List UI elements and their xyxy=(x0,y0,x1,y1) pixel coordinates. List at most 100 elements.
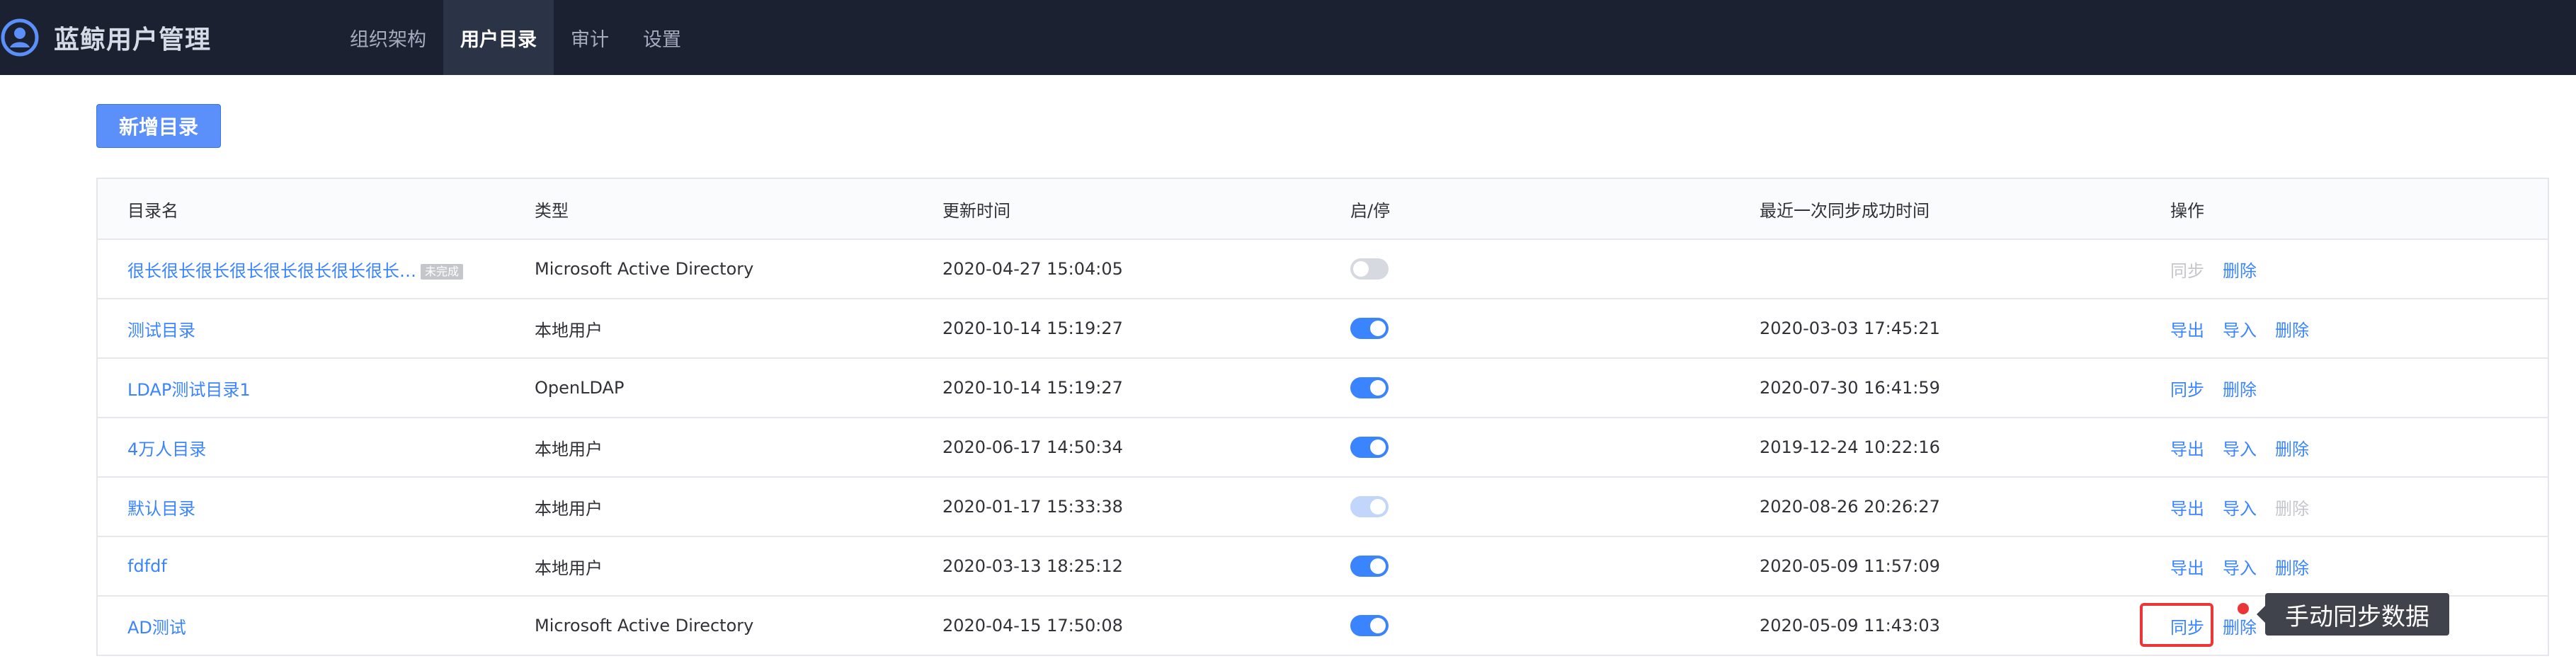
updated-time-cell: 2020-03-13 18:25:12 xyxy=(942,556,1123,576)
sync-action[interactable]: 同步 xyxy=(2170,376,2204,401)
delete-action[interactable]: 删除 xyxy=(2223,614,2257,638)
nav-tab-4[interactable]: 设置 xyxy=(626,0,698,75)
delete-action[interactable]: 删除 xyxy=(2223,257,2257,282)
directory-type-cell: Microsoft Active Directory xyxy=(535,616,754,636)
toggle-knob xyxy=(1353,261,1369,277)
enable-toggle[interactable] xyxy=(1350,615,1389,636)
toggle-knob xyxy=(1370,321,1386,336)
enabled-cell xyxy=(1321,556,1730,577)
table-row: 很长很长很长很长很长很长很长很长… 未完成 Microsoft Active Dir… xyxy=(98,240,2548,299)
last-sync-time-cell: 2020-08-26 20:26:27 xyxy=(1760,497,1940,517)
actions-cell: 同步 删除 xyxy=(2141,257,2548,282)
table-row: 4万人目录 本地用户 2020-06-17 14:50:34 2019-12-24 1… xyxy=(98,418,2548,478)
table-header-row: 目录名 类型 更新时间 启/停 最近一次同步成功时间 操作 xyxy=(98,179,2548,240)
column-header-name: 目录名 xyxy=(127,200,178,221)
nav-tab-2[interactable]: 用户目录 xyxy=(443,0,554,75)
enabled-cell xyxy=(1321,496,1730,517)
directory-type-cell: 本地用户 xyxy=(535,558,603,578)
directory-name-cell: 默认目录 xyxy=(98,495,505,519)
directory-name-cell: fdfdf xyxy=(98,556,505,576)
directory-name-link[interactable]: 测试目录 xyxy=(127,321,195,340)
enable-toggle[interactable] xyxy=(1350,258,1389,280)
enable-toggle[interactable] xyxy=(1350,437,1389,458)
directory-type-cell: 本地用户 xyxy=(535,439,603,459)
updated-time-cell: 2020-10-14 15:19:27 xyxy=(942,378,1123,398)
import-action[interactable]: 导入 xyxy=(2223,435,2257,460)
nav-tab-1[interactable]: 组织架构 xyxy=(333,0,443,75)
table-row: fdfdf 本地用户 2020-03-13 18:25:12 2020-05-09 1… xyxy=(98,537,2548,597)
sync-button-highlight xyxy=(2140,603,2213,647)
directory-name-link[interactable]: LDAP测试目录1 xyxy=(127,380,251,400)
delete-action[interactable]: 删除 xyxy=(2275,554,2309,579)
last-sync-time-cell: 2020-07-30 16:41:59 xyxy=(1760,378,1940,398)
export-action[interactable]: 导出 xyxy=(2170,435,2204,460)
enabled-cell xyxy=(1321,437,1730,458)
enable-toggle[interactable] xyxy=(1350,318,1389,339)
export-action[interactable]: 导出 xyxy=(2170,316,2204,341)
delete-action[interactable]: 删除 xyxy=(2275,435,2309,460)
enabled-cell xyxy=(1321,377,1730,398)
export-action[interactable]: 导出 xyxy=(2170,495,2204,519)
directory-table: 目录名 类型 更新时间 启/停 最近一次同步成功时间 操作 很长很长很长很长很长… xyxy=(96,178,2549,656)
enabled-cell xyxy=(1321,258,1730,280)
import-action[interactable]: 导入 xyxy=(2223,316,2257,341)
toggle-knob xyxy=(1370,558,1386,574)
directory-name-cell: 测试目录 xyxy=(98,316,505,341)
directory-type-cell: OpenLDAP xyxy=(535,378,625,398)
updated-time-cell: 2020-04-15 17:50:08 xyxy=(942,616,1123,636)
import-action[interactable]: 导入 xyxy=(2223,554,2257,579)
toggle-knob xyxy=(1370,499,1386,515)
delete-action: 删除 xyxy=(2275,498,2309,519)
column-header-updated: 更新时间 xyxy=(942,200,1010,221)
updated-time-cell: 2020-06-17 14:50:34 xyxy=(942,437,1123,457)
updated-time-cell: 2020-10-14 15:19:27 xyxy=(942,318,1123,338)
directory-name-link[interactable]: fdfdf xyxy=(127,556,167,576)
table-row: 默认目录 本地用户 2020-01-17 15:33:38 2020-08-26 20… xyxy=(98,478,2548,537)
enabled-cell xyxy=(1321,615,1730,636)
directory-type-cell: 本地用户 xyxy=(535,320,603,340)
last-sync-time-cell: 2020-05-09 11:57:09 xyxy=(1760,556,1940,576)
updated-time-cell: 2020-04-27 15:04:05 xyxy=(942,259,1123,279)
add-directory-button[interactable]: 新增目录 xyxy=(96,104,221,148)
toggle-knob xyxy=(1370,380,1386,396)
column-header-type: 类型 xyxy=(535,200,569,221)
toggle-knob xyxy=(1370,439,1386,455)
last-sync-time-cell: 2020-05-09 11:43:03 xyxy=(1760,616,1940,636)
actions-cell: 导出 导入 删除 xyxy=(2141,435,2548,460)
sync-tooltip: 手动同步数据 xyxy=(2257,593,2449,636)
column-header-enabled: 启/停 xyxy=(1350,200,1391,221)
directory-name-cell: 4万人目录 xyxy=(98,435,505,460)
actions-cell: 导出 导入 删除 xyxy=(2141,495,2548,519)
enable-toggle[interactable] xyxy=(1350,556,1389,577)
actions-cell: 导出 导入 删除 xyxy=(2141,554,2548,579)
column-header-actions: 操作 xyxy=(2170,200,2204,221)
directory-name-cell: 很长很长很长很长很长很长很长很长… 未完成 xyxy=(98,257,505,282)
table-row: 测试目录 本地用户 2020-10-14 15:19:27 2020-03-03 17… xyxy=(98,299,2548,359)
last-sync-time-cell: 2020-03-03 17:45:21 xyxy=(1760,318,1940,338)
directory-name-link[interactable]: 4万人目录 xyxy=(127,439,206,459)
updated-time-cell: 2020-01-17 15:33:38 xyxy=(942,497,1123,517)
table-row: LDAP测试目录1 OpenLDAP 2020-10-14 15:19:27 2020… xyxy=(98,359,2548,418)
directory-name-link[interactable]: 很长很长很长很长很长很长很长很长… xyxy=(127,261,416,281)
enable-toggle xyxy=(1350,496,1389,517)
enabled-cell xyxy=(1321,318,1730,339)
directory-name-link[interactable]: 默认目录 xyxy=(127,499,195,519)
toggle-knob xyxy=(1370,618,1386,633)
main-nav: 组织架构 用户目录 审计 设置 xyxy=(333,0,698,75)
directory-name-cell: LDAP测试目录1 xyxy=(98,376,505,401)
delete-action[interactable]: 删除 xyxy=(2223,376,2257,401)
actions-cell: 导出 导入 删除 xyxy=(2141,316,2548,341)
enable-toggle[interactable] xyxy=(1350,377,1389,398)
brand[interactable]: 蓝鲸用户管理 xyxy=(0,0,333,75)
import-action[interactable]: 导入 xyxy=(2223,495,2257,519)
sync-action: 同步 xyxy=(2170,260,2204,281)
directory-type-cell: Microsoft Active Directory xyxy=(535,259,754,279)
column-header-last-sync: 最近一次同步成功时间 xyxy=(1760,200,1930,221)
export-action[interactable]: 导出 xyxy=(2170,554,2204,579)
last-sync-time-cell: 2019-12-24 10:22:16 xyxy=(1760,437,1940,457)
directory-name-link[interactable]: AD测试 xyxy=(127,618,186,638)
delete-action[interactable]: 删除 xyxy=(2275,316,2309,341)
app-title: 蓝鲸用户管理 xyxy=(54,25,212,54)
user-circle-icon xyxy=(0,18,40,57)
nav-tab-3[interactable]: 审计 xyxy=(554,0,626,75)
